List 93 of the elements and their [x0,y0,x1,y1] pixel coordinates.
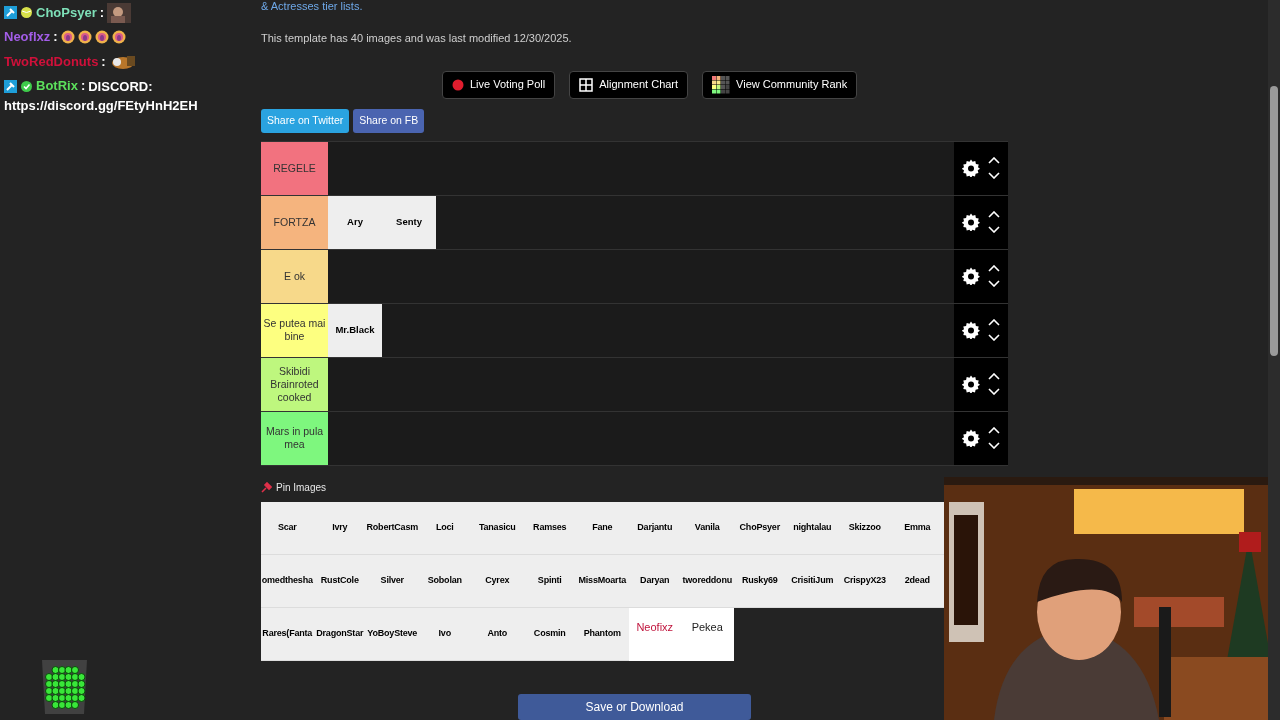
chat-separator: : [80,77,86,96]
crying-face-icon [111,30,126,45]
scrollbar[interactable] [1268,0,1280,720]
name-card[interactable]: Rusky69 [733,554,786,608]
name-card[interactable]: Loci [418,501,471,555]
chevron-up-icon [988,373,1000,380]
tool-button[interactable]: Live Voting Poll [442,70,556,99]
tier-list-link[interactable]: & Actresses tier lists. [261,0,363,13]
name-card[interactable]: Anto [471,607,524,661]
name-card[interactable]: Cyrex [471,554,524,608]
sword-badge-icon [4,79,17,93]
sword-badge-icon [4,6,17,20]
name-card[interactable]: Emma [891,501,944,555]
chat-username[interactable]: BotRix [36,76,78,97]
name-card[interactable]: Rares(Fanta [261,607,314,661]
chevron-up-icon [988,265,1000,272]
name-card[interactable]: nightalau [786,501,839,555]
crying-face-icon [60,30,75,45]
share-button[interactable]: Share on FB [353,108,425,133]
tier-label: FORTZA [261,195,328,249]
color-grid-icon [712,75,731,94]
name-card[interactable]: Cosmin [523,607,576,661]
name-card[interactable]: Ivo [418,607,471,661]
pushpin-icon [261,481,272,493]
name-card[interactable]: MissMoarta [576,554,629,608]
tier-label: Se putea mai bine [261,303,328,357]
name-card[interactable]: RobertCasm [366,501,419,555]
settings-icon [962,375,980,393]
chat-separator: : [101,52,106,71]
name-card[interactable]: Scar [261,501,314,555]
tier-item-card[interactable]: Ary [328,195,382,249]
chevron-down-icon [988,442,1000,449]
name-card[interactable]: Pekea [681,607,734,661]
chat-message: https://discord.gg/FEtyHnH2EH [4,97,198,116]
name-card[interactable]: Spinti [523,554,576,608]
grid-icon [579,77,594,92]
name-card[interactable]: 2dead [891,554,944,608]
record-dot-icon [452,78,464,91]
name-card[interactable]: DragonStar [313,607,366,661]
chevron-down-icon [988,280,1000,287]
tier-label: E ok [261,249,328,303]
tool-button[interactable]: Alignment Chart [569,70,689,99]
settings-icon [962,429,980,447]
name-card[interactable]: Neofixz [628,607,681,661]
chevron-up-icon [988,157,1000,164]
name-card[interactable]: Daryan [628,554,681,608]
name-card[interactable]: Sobolan [418,554,471,608]
chevron-down-icon [988,226,1000,233]
name-card[interactable]: CrispyX23 [838,554,891,608]
pin-images-label: Pin Images [276,480,327,495]
name-card[interactable]: Phantom [576,607,629,661]
tier-item-card[interactable]: Mr.Black [328,303,382,357]
template-info: This template has 40 images and was last modified 12/30/2025. [261,31,573,46]
settings-icon [962,213,980,231]
name-card[interactable]: tworeddonu [681,554,734,608]
name-card[interactable]: ChoPsyer [733,501,786,555]
check-badge-icon [20,79,33,93]
crying-face-icon [94,30,109,45]
crying-face-icon [77,30,92,45]
tier-label: Mars in pula mea [261,411,328,465]
tier-item-card[interactable]: Senty [382,195,436,249]
name-card[interactable]: Fane [576,501,629,555]
name-card[interactable]: omedthesha [261,554,314,608]
tier-label: REGELE [261,141,328,195]
chat-username[interactable]: Neoflxz [4,27,51,48]
ball-badge-icon [20,6,33,20]
tool-button[interactable]: View Community Rank [702,70,858,99]
name-card[interactable]: Tanasicu [471,501,524,555]
chat-separator: : [99,3,105,22]
name-card[interactable]: Darjantu [628,501,681,555]
emote-icon [107,2,132,23]
name-card[interactable]: Skizzoo [838,501,891,555]
name-card[interactable]: Silver [366,554,419,608]
chevron-up-icon [988,319,1000,326]
name-card[interactable]: YoBoySteve [366,607,419,661]
name-card[interactable]: Ramses [523,501,576,555]
chevron-up-icon [988,427,1000,434]
name-card[interactable]: CrisitiJum [786,554,839,608]
chat-username[interactable]: ChoPsyer [36,2,97,23]
save-button[interactable]: Save or Download [518,693,751,720]
name-card[interactable]: Vanila [681,501,734,555]
chevron-down-icon [988,388,1000,395]
name-card[interactable]: RustCole [313,554,366,608]
chevron-up-icon [988,211,1000,218]
chat-message: DISCORD: [88,78,153,94]
tier-label: Skibidi Brainroted cooked [261,357,328,411]
settings-icon [962,267,980,285]
name-card[interactable]: Ivry [313,501,366,555]
chevron-down-icon [988,334,1000,341]
settings-icon [962,159,980,177]
chevron-down-icon [988,172,1000,179]
settings-icon [962,321,980,339]
chat-separator: : [53,28,58,47]
